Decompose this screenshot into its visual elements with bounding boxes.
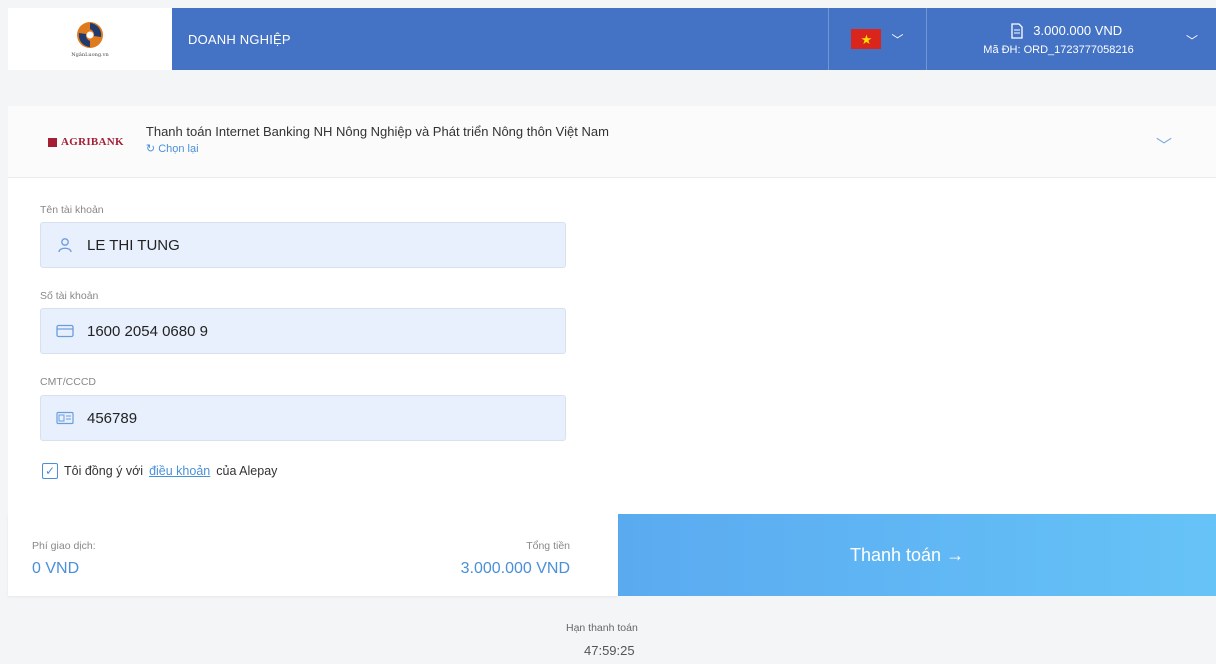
logo-swirl-icon xyxy=(77,22,103,48)
chevron-down-icon: ﹀ xyxy=(891,32,904,47)
pay-button[interactable]: Thanh toán → xyxy=(618,514,1216,596)
language-selector[interactable]: ★ ﹀ xyxy=(828,8,926,70)
logo-mark: NgânLuong.vn xyxy=(61,14,119,64)
amount-line: 3.000.000 VND xyxy=(1009,22,1123,39)
account-name-field[interactable]: LE THI TUNG xyxy=(40,222,566,268)
agree-suffix: của Alepay xyxy=(216,464,278,478)
order-summary[interactable]: 3.000.000 VND Mã ĐH: ORD_1723777058216 ﹀ xyxy=(926,8,1216,70)
terms-link[interactable]: điều khoản xyxy=(149,464,210,478)
id-value: 456789 xyxy=(87,409,138,427)
merchant-logo[interactable]: NgânLuong.vn xyxy=(8,8,172,70)
agribank-mark-icon xyxy=(48,137,57,147)
deadline-label: Hạn thanh toán xyxy=(566,622,638,634)
brand-bar: DOANH NGHIỆP ★ ﹀ 3.000.000 VND Mã ĐH: OR… xyxy=(172,8,1216,70)
account-number-label: Số tài khoản xyxy=(40,290,99,302)
order-id: Mã ĐH: ORD_1723777058216 xyxy=(983,43,1134,56)
terms-agreement: ✓ Tôi đồng ý với điều khoản của Alepay xyxy=(42,463,277,479)
deadline-timer: 47:59:25 xyxy=(584,643,635,658)
bank-info: Thanh toán Internet Banking NH Nông Nghi… xyxy=(146,124,609,155)
agree-checkbox[interactable]: ✓ xyxy=(42,463,58,479)
agree-prefix: Tôi đồng ý với xyxy=(64,464,144,478)
fee-value: 0 VND xyxy=(32,560,80,577)
total-label: Tổng tiền xyxy=(526,540,570,552)
id-field[interactable]: 456789 xyxy=(40,395,566,441)
reselect-link[interactable]: ↻ Chọn lại xyxy=(146,142,609,155)
id-card-icon xyxy=(55,408,75,428)
vietnam-flag-icon: ★ xyxy=(851,29,882,49)
account-number-field[interactable]: 1600 2054 0680 9 xyxy=(40,308,566,354)
order-info: 3.000.000 VND Mã ĐH: ORD_1723777058216 xyxy=(983,22,1134,56)
chevron-down-icon: ﹀ xyxy=(1185,34,1198,48)
company-name: DOANH NGHIỆP xyxy=(188,31,291,47)
chevron-down-icon[interactable]: ﹀ xyxy=(1156,132,1172,156)
bank-selector[interactable]: AGRIBANK Thanh toán Internet Banking NH … xyxy=(8,106,1216,178)
account-name-value: LE THI TUNG xyxy=(87,236,180,254)
logo-text: NgânLuong.vn xyxy=(71,52,109,58)
invoice-icon xyxy=(1011,22,1023,39)
user-icon xyxy=(55,235,75,255)
reselect-label: Chọn lại xyxy=(158,143,199,155)
fee-label: Phí giao dịch: xyxy=(32,540,96,552)
id-label: CMT/CCCD xyxy=(40,376,96,388)
header: NgânLuong.vn DOANH NGHIỆP ★ ﹀ 3.000.000 … xyxy=(8,8,1216,70)
payment-form: Tên tài khoản LE THI TUNG Số tài khoản 1… xyxy=(8,178,1216,514)
bank-logo-text: AGRIBANK xyxy=(61,136,124,148)
bank-title: Thanh toán Internet Banking NH Nông Nghi… xyxy=(145,124,609,139)
order-amount: 3.000.000 VND xyxy=(1033,23,1123,38)
agribank-logo: AGRIBANK xyxy=(48,136,124,148)
fee-panel: Phí giao dịch: 0 VND Tổng tiền 3.000.000… xyxy=(8,514,618,596)
card-icon xyxy=(55,321,75,341)
refresh-icon: ↻ xyxy=(145,143,156,155)
account-name-label: Tên tài khoản xyxy=(40,204,104,216)
payment-summary: Phí giao dịch: 0 VND Tổng tiền 3.000.000… xyxy=(8,514,1216,596)
account-number-value: 1600 2054 0680 9 xyxy=(87,322,208,340)
total-value: 3.000.000 VND xyxy=(460,560,570,577)
